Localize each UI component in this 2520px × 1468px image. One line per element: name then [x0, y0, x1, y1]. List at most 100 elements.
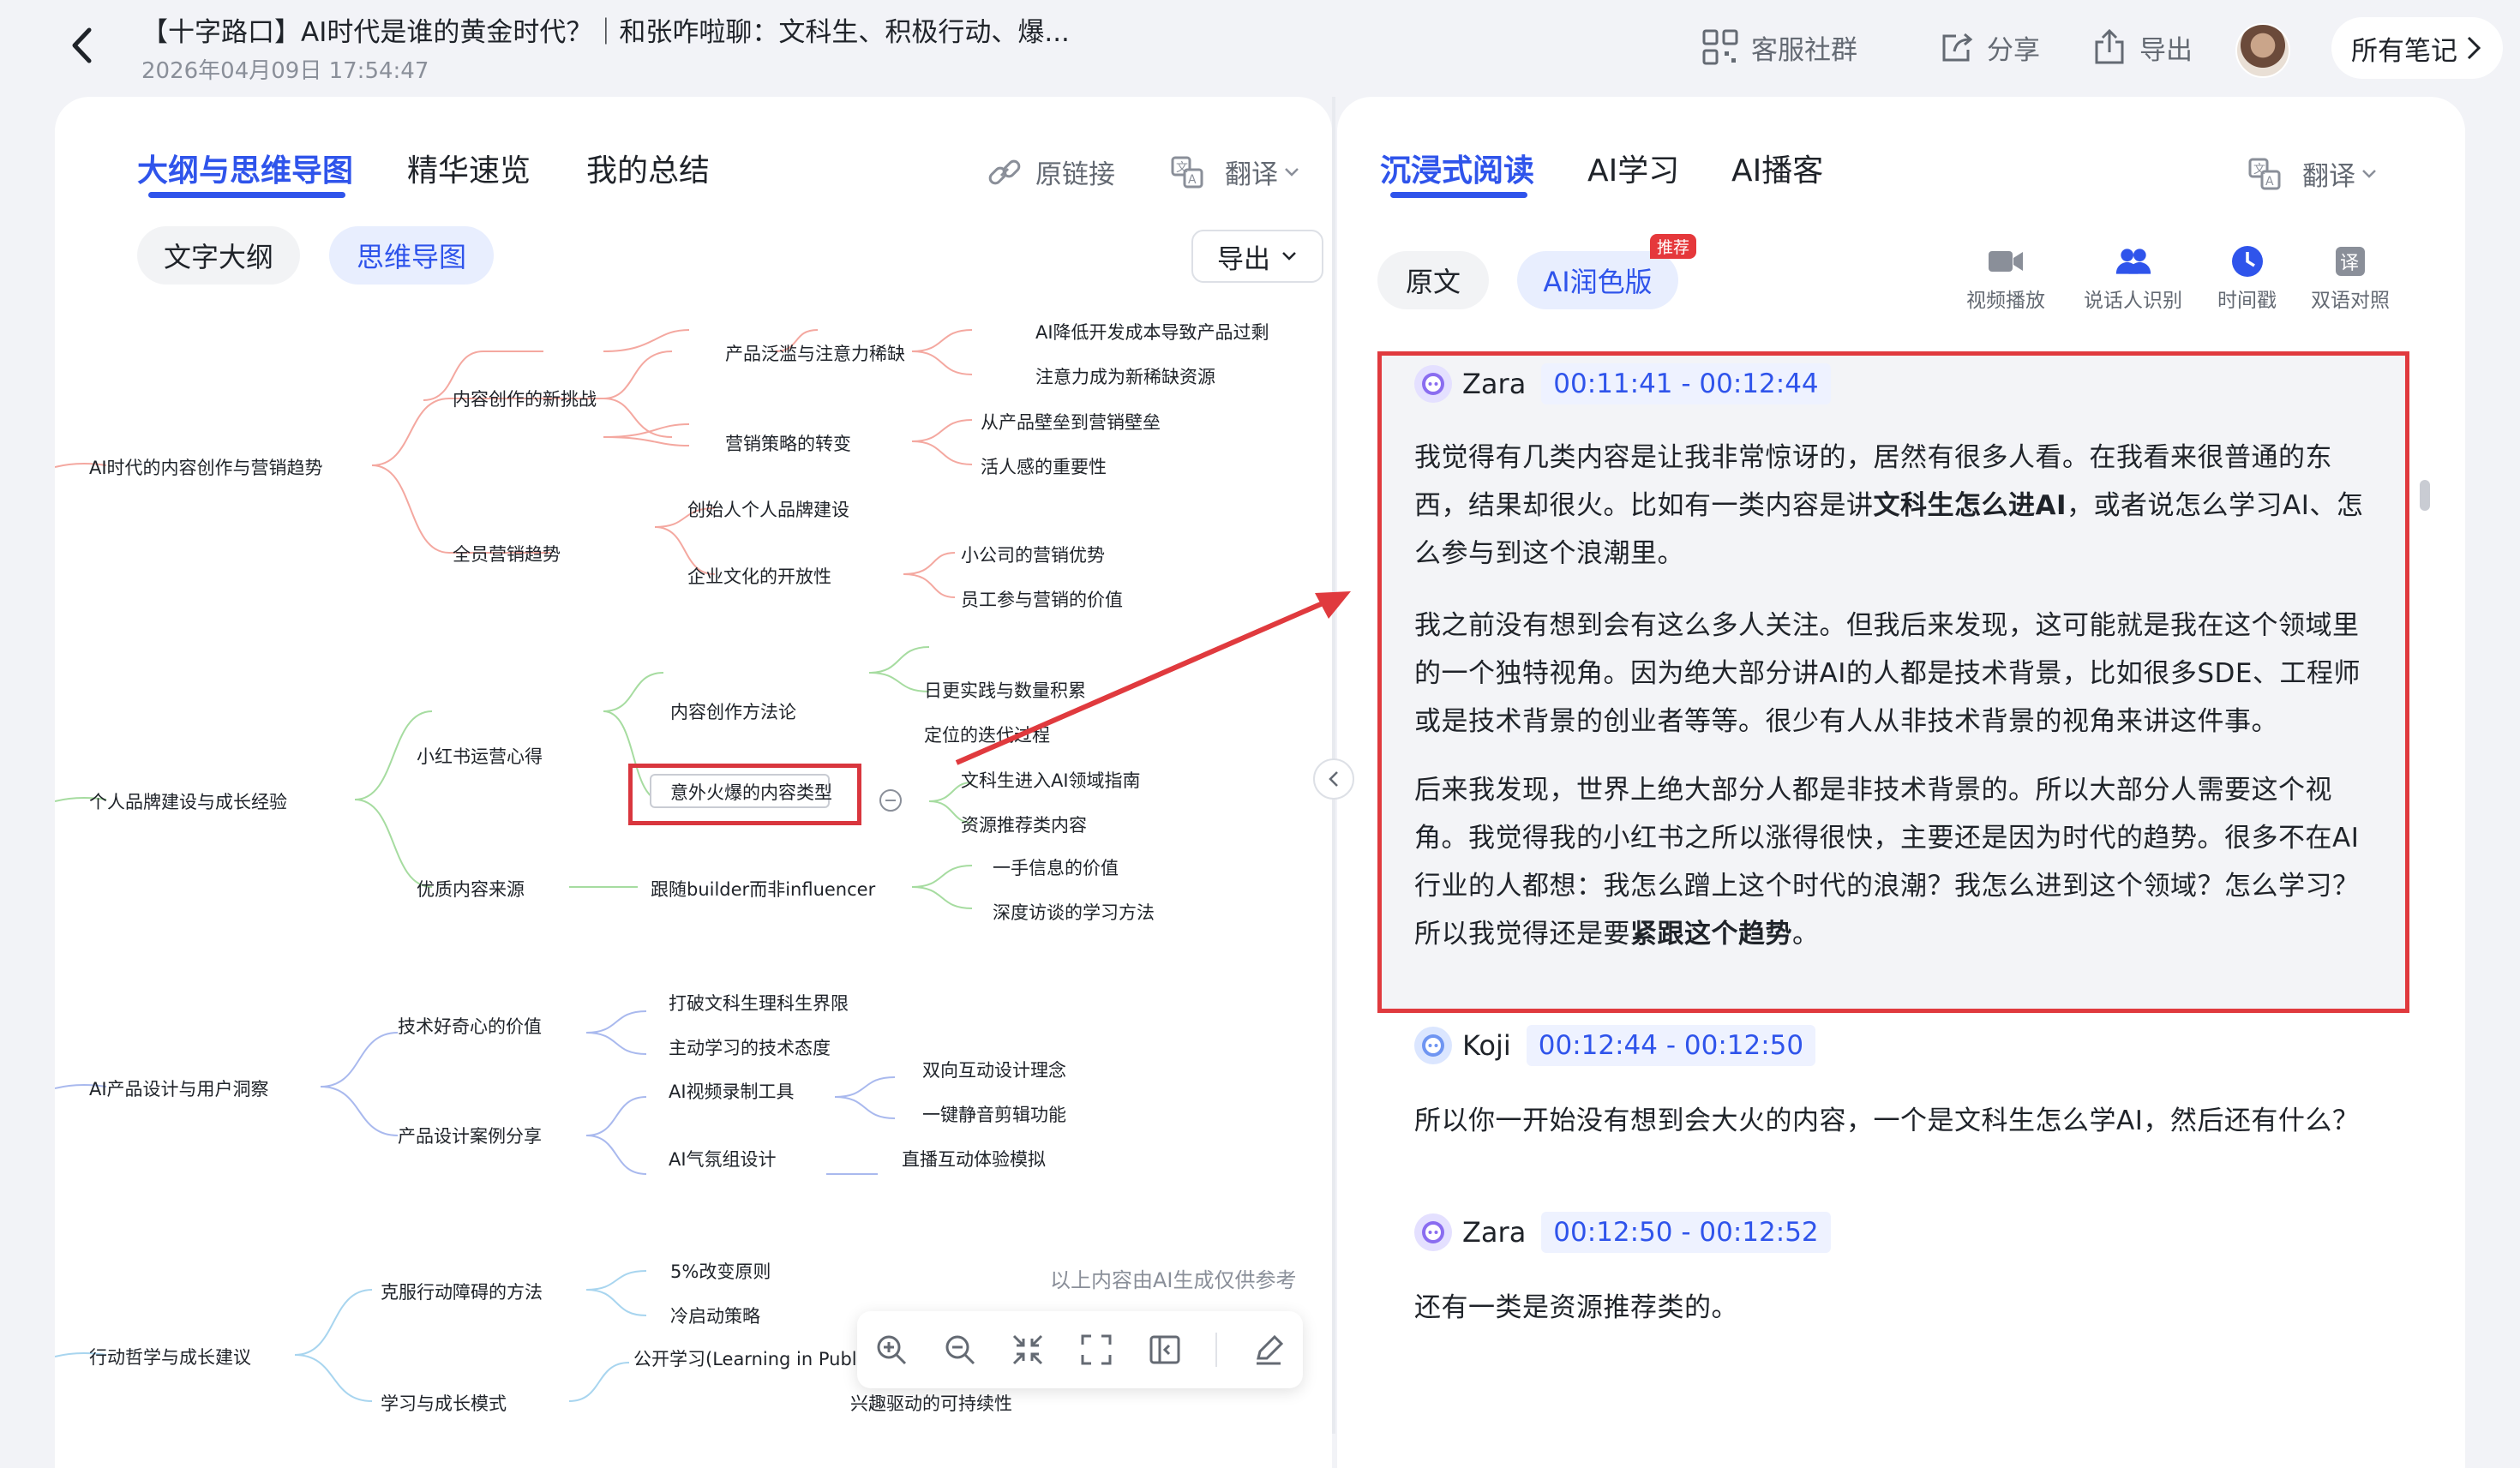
tab-ai-podcast[interactable]: AI播客: [1731, 146, 1823, 190]
tab-ai-learning[interactable]: AI学习: [1587, 146, 1679, 190]
timestamp-badge[interactable]: 00:12:50 - 00:12:52: [1541, 1212, 1831, 1253]
text-outline-toggle[interactable]: 文字大纲: [137, 226, 300, 285]
mindmap-toggle[interactable]: 思维导图: [329, 226, 494, 285]
mindmap-node-selected[interactable]: 意外火爆的内容类型: [670, 779, 832, 805]
mindmap-node[interactable]: AI时代的内容创作与营销趋势: [89, 454, 323, 480]
robot-avatar-icon: [1414, 1213, 1452, 1251]
mindmap-node[interactable]: 小红书运营心得: [417, 743, 543, 769]
mindmap-node[interactable]: AI产品设计与用户洞察: [89, 1076, 269, 1101]
speaker-row: Zara 00:12:50 - 00:12:52: [1414, 1212, 1831, 1253]
collapse-all-icon[interactable]: [1011, 1333, 1045, 1367]
mindmap-node[interactable]: 企业文化的开放性: [687, 563, 831, 589]
mindmap-node[interactable]: 冷启动策略: [670, 1303, 760, 1328]
mindmap-node[interactable]: 优质内容来源: [417, 876, 525, 902]
mindmap-node[interactable]: AI降低开发成本导致产品过剩: [1035, 319, 1269, 345]
tab-highlights[interactable]: 精华速览: [407, 146, 531, 190]
left-translate-button[interactable]: 文A 翻译: [1170, 153, 1300, 191]
mindmap-node[interactable]: 一手信息的价值: [993, 854, 1119, 880]
mindmap-node[interactable]: 行动哲学与成长建议: [89, 1344, 251, 1369]
mindmap-node[interactable]: 注意力成为新稀缺资源: [1035, 363, 1215, 389]
bilingual-label: 双语对照: [2311, 290, 2390, 312]
mindmap-node[interactable]: 打破文科生理科生界限: [669, 990, 849, 1016]
video-camera-icon: [1989, 251, 2023, 272]
mindmap-node[interactable]: 资源推荐类内容: [961, 812, 1087, 837]
right-translate-button[interactable]: 文A 翻译: [2247, 154, 2378, 193]
mindmap-node[interactable]: 内容创作的新挑战: [453, 386, 597, 411]
mindmap-node[interactable]: 跟随builder而非influencer: [651, 876, 875, 902]
mindmap-node[interactable]: 从产品壁垒到营销壁垒: [981, 409, 1161, 434]
user-avatar[interactable]: [2235, 23, 2290, 78]
ai-polished-toggle[interactable]: AI润色版: [1517, 251, 1678, 309]
mindmap-node[interactable]: AI视频录制工具: [669, 1078, 795, 1104]
mindmap-node[interactable]: 产品设计案例分享: [398, 1123, 542, 1148]
original-link-button[interactable]: 原链接: [986, 153, 1115, 191]
active-tab-underline: [1390, 192, 1527, 198]
timestamp-badge[interactable]: 00:11:41 - 00:12:44: [1541, 363, 1831, 404]
translate-icon: 文A: [1171, 156, 1203, 188]
mindmap-export-button[interactable]: 导出: [1191, 230, 1323, 283]
mindmap-node[interactable]: 个人品牌建设与成长经验: [89, 788, 287, 814]
mindmap-node[interactable]: 技术好奇心的价值: [398, 1013, 542, 1039]
clock-icon: [2231, 246, 2263, 277]
speaker-identify-button[interactable]: 说话人识别: [2084, 244, 2182, 313]
mindmap-node[interactable]: 学习与成长模式: [381, 1390, 507, 1416]
share-label: 分享: [1987, 34, 2040, 66]
tab-outline-mindmap[interactable]: 大纲与思维导图: [137, 146, 353, 190]
users-icon: [2115, 249, 2151, 274]
timestamp-button[interactable]: 时间戳: [2217, 244, 2277, 313]
mindmap-node[interactable]: 创始人个人品牌建设: [687, 496, 849, 522]
chevron-left-icon: [72, 27, 92, 63]
zoom-out-icon[interactable]: [943, 1333, 977, 1367]
zoom-in-icon[interactable]: [874, 1333, 909, 1367]
edit-pen-icon[interactable]: [1251, 1333, 1286, 1367]
mindmap-node[interactable]: 主动学习的技术态度: [669, 1034, 831, 1060]
community-button[interactable]: 客服社群: [1701, 26, 1857, 69]
mindmap-node[interactable]: 全员营销趋势: [453, 541, 561, 566]
chevron-left-icon: [1329, 771, 1338, 787]
speaker-name: Zara: [1462, 368, 1527, 400]
panel-collapse-button[interactable]: [1313, 758, 1354, 800]
mindmap-node[interactable]: 营销策略的转变: [725, 430, 851, 456]
mindmap-node[interactable]: 深度访谈的学习方法: [993, 899, 1155, 925]
fullscreen-icon[interactable]: [1079, 1333, 1113, 1367]
mindmap-node[interactable]: 兴趣驱动的可持续性: [850, 1390, 1012, 1416]
back-button[interactable]: [60, 24, 103, 67]
mindmap-node[interactable]: AI气氛组设计: [669, 1146, 777, 1171]
mindmap-canvas[interactable]: AI时代的内容创作与营销趋势 内容创作的新挑战 产品泛滥与注意力稀缺 AI降低开…: [55, 296, 1332, 1427]
robot-avatar-icon: [1414, 1027, 1452, 1064]
mindmap-node[interactable]: 产品泛滥与注意力稀缺: [725, 340, 905, 366]
active-tab-underline: [148, 192, 345, 198]
sidebar-toggle-icon[interactable]: [1148, 1333, 1182, 1367]
mindmap-node[interactable]: 活人感的重要性: [981, 453, 1107, 479]
mindmap-node[interactable]: 一键静音剪辑功能: [922, 1101, 1066, 1127]
collapse-node-icon[interactable]: [879, 789, 902, 812]
speaker-row: Koji 00:12:44 - 00:12:50: [1414, 1025, 1816, 1066]
video-play-button[interactable]: 视频播放: [1966, 244, 2045, 313]
tab-immersive-reading[interactable]: 沉浸式阅读: [1380, 146, 1534, 190]
all-notes-button[interactable]: 所有笔记: [2331, 17, 2503, 79]
mindmap-node[interactable]: 直播互动体验模拟: [902, 1146, 1046, 1171]
link-icon: [988, 159, 1021, 184]
timestamp-badge[interactable]: 00:12:44 - 00:12:50: [1526, 1025, 1816, 1066]
video-play-label: 视频播放: [1966, 290, 2045, 312]
mindmap-node[interactable]: 5%改变原则: [670, 1258, 771, 1284]
tab-my-summary[interactable]: 我的总结: [586, 146, 710, 190]
mindmap-node[interactable]: 小公司的营销优势: [961, 542, 1105, 567]
share-button[interactable]: 分享: [1939, 26, 2040, 69]
svg-text:文: 文: [2253, 163, 2265, 177]
svg-text:文: 文: [1176, 161, 1188, 175]
left-translate-label: 翻译: [1225, 159, 1278, 190]
mindmap-toolbar: [857, 1311, 1303, 1388]
transcript-scrollbar[interactable]: [2420, 480, 2430, 511]
qr-group-icon: [1702, 29, 1738, 65]
transcript-paragraph: 我觉得有几类内容是让我非常惊讶的，居然有很多人看。在我看来很普通的东西，结果却很…: [1414, 442, 2364, 569]
mindmap-node[interactable]: 内容创作方法论: [670, 698, 796, 724]
export-button[interactable]: 导出: [2091, 26, 2193, 69]
mindmap-node[interactable]: 克服行动障碍的方法: [381, 1279, 543, 1304]
mindmap-node[interactable]: 双向互动设计理念: [922, 1057, 1066, 1082]
bilingual-button[interactable]: 译 双语对照: [2311, 244, 2390, 313]
translate-icon: 文A: [2248, 158, 2281, 189]
timestamp-label: 时间戳: [2217, 290, 2277, 312]
original-text-toggle[interactable]: 原文: [1377, 251, 1489, 309]
all-notes-label: 所有笔记: [2351, 35, 2457, 67]
